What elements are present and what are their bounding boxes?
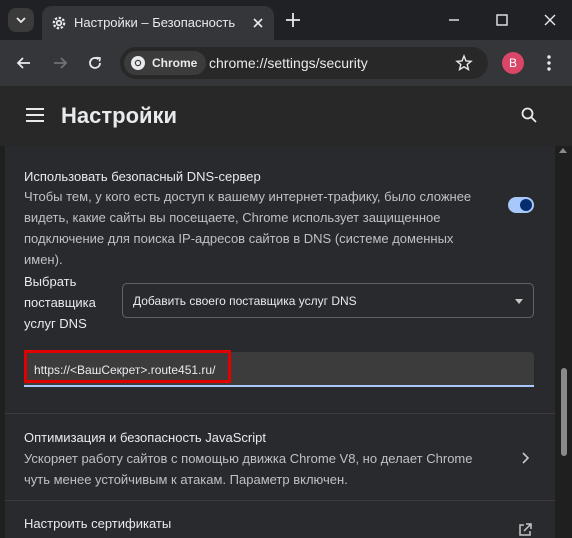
secure-dns-title: Использовать безопасный DNS-сервер xyxy=(24,169,261,184)
maximize-icon[interactable] xyxy=(492,10,512,30)
tab-strip: Настройки – Безопасность xyxy=(0,0,572,40)
tab-title: Настройки – Безопасность xyxy=(74,15,236,30)
chrome-site-chip[interactable]: Chrome xyxy=(124,51,207,75)
dns-provider-select[interactable]: Добавить своего поставщика услуг DNS xyxy=(122,283,534,318)
scrollbar[interactable] xyxy=(558,146,568,538)
toggle-knob xyxy=(520,199,532,211)
secure-dns-description: Чтобы тем, у кого есть доступ к вашему и… xyxy=(24,189,472,267)
dns-provider-label: Выбрать поставщика услуг DNS xyxy=(24,274,96,331)
javascript-optimization-title[interactable]: Оптимизация и безопасность JavaScript xyxy=(24,430,266,445)
dns-provider-value: Добавить своего поставщика услуг DNS xyxy=(133,294,357,308)
url-text[interactable]: chrome://settings/security xyxy=(209,55,368,71)
scroll-up-arrow[interactable] xyxy=(559,148,567,153)
chevron-right-icon[interactable] xyxy=(518,451,532,465)
new-tab-icon[interactable] xyxy=(284,11,302,29)
gear-icon xyxy=(52,16,66,30)
scrollbar-thumb[interactable] xyxy=(561,368,567,456)
chevron-down-icon xyxy=(16,17,26,24)
javascript-optimization-description: Ускоряет работу сайтов с помощью движка … xyxy=(24,451,473,487)
settings-header: Настройки xyxy=(0,86,572,146)
search-icon[interactable] xyxy=(520,106,538,124)
address-bar[interactable]: Chrome chrome://settings/security xyxy=(120,47,488,79)
bookmark-star-icon[interactable] xyxy=(455,54,473,72)
profile-avatar[interactable]: B xyxy=(502,52,524,74)
page-title: Настройки xyxy=(61,103,178,128)
chrome-logo-icon xyxy=(131,56,145,70)
more-menu-icon[interactable] xyxy=(540,53,558,73)
divider xyxy=(5,500,555,501)
back-arrow-icon[interactable] xyxy=(14,53,34,73)
reload-icon[interactable] xyxy=(85,53,105,73)
close-icon[interactable] xyxy=(250,15,266,31)
browser-toolbar: Chrome chrome://settings/security B xyxy=(0,40,572,86)
chip-label: Chrome xyxy=(152,56,198,70)
minimize-icon[interactable] xyxy=(444,10,464,30)
external-link-icon[interactable] xyxy=(517,522,533,538)
secure-dns-toggle[interactable] xyxy=(508,197,534,213)
red-highlight-box xyxy=(24,350,231,383)
browser-window: Настройки – Безопасность Chrome chrome:/… xyxy=(0,0,572,538)
window-close-icon[interactable] xyxy=(540,10,560,30)
menu-icon[interactable] xyxy=(26,108,44,122)
manage-certificates-title[interactable]: Настроить сертификаты xyxy=(24,516,171,531)
tab-settings-security[interactable]: Настройки – Безопасность xyxy=(42,6,274,40)
tab-search-button[interactable] xyxy=(8,8,34,32)
divider xyxy=(5,413,555,414)
forward-arrow-icon[interactable] xyxy=(50,53,70,73)
caret-down-icon xyxy=(515,299,523,304)
